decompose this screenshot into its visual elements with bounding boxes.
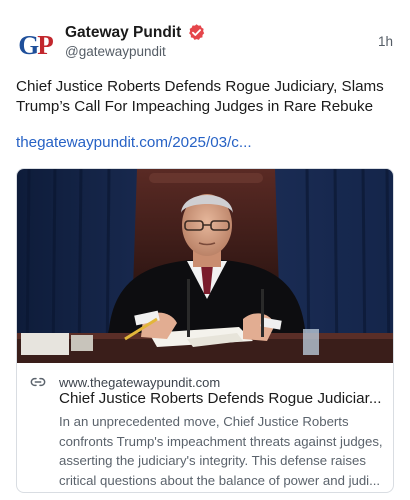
card-description: In an unprecedented move, Chief Justice … xyxy=(59,414,383,488)
card-domain: www.thegatewaypundit.com xyxy=(59,375,221,390)
author-name[interactable]: Gateway Pundit xyxy=(65,24,181,42)
post: GP Gateway Pundit @gatewaypundit 1h Chie… xyxy=(0,0,410,500)
post-text: Chief Justice Roberts Defends Rogue Judi… xyxy=(16,78,384,115)
author-name-row[interactable]: Gateway Pundit xyxy=(65,23,206,42)
avatar[interactable]: GP xyxy=(16,26,54,64)
card-title[interactable]: Chief Justice Roberts Defends Rogue Judi… xyxy=(59,390,384,407)
avatar-letter-g: G xyxy=(18,29,39,60)
card-image[interactable] xyxy=(17,169,394,363)
avatar-letter-p: P xyxy=(37,29,53,60)
link-preview-card[interactable]: www.thegatewaypundit.com Chief Justice R… xyxy=(16,168,394,493)
author-handle[interactable]: @gatewaypundit xyxy=(65,44,166,59)
verified-badge-icon xyxy=(189,24,205,40)
link-icon xyxy=(30,377,46,387)
post-timestamp[interactable]: 1h xyxy=(378,34,393,49)
post-link[interactable]: thegatewaypundit.com/2025/03/c... xyxy=(16,134,252,151)
